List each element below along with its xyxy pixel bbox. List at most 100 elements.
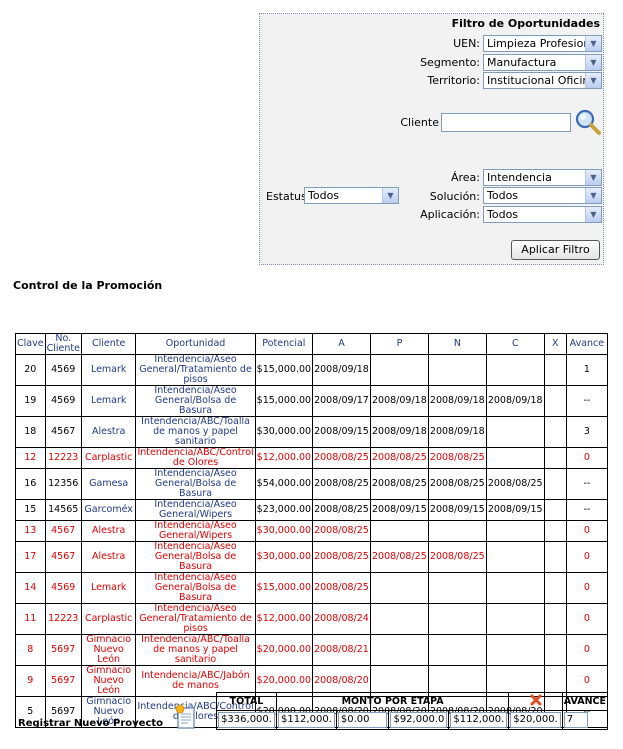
col-header-avance[interactable]: Avance [565,333,609,355]
p-date-cell [369,520,429,542]
solucion-select[interactable]: Todos ▼ [483,187,602,204]
oportunidad-cell[interactable]: Intendencia/ABC/Toalla de manos y papel … [135,416,256,448]
aplicacion-select[interactable]: Todos ▼ [483,206,602,223]
table-row[interactable]: 12 12223 Carplastic Intendencia/ABC/Control… [15,447,609,469]
cliente-cell[interactable]: Lemark [80,385,137,417]
table-row[interactable]: 13 4567 Alestra Intendencia/Aseo General/Wi… [15,520,609,542]
col-header-n[interactable]: N [427,333,487,355]
no-cliente-cell: 4569 [44,572,82,604]
register-project-label[interactable]: Registrar Nuevo Proyecto [18,718,163,729]
c-date-cell: 2008/09/18 [485,385,545,417]
oportunidad-cell[interactable]: Intendencia/Aseo General/Bolsa de Basura [135,385,256,417]
cliente-cell[interactable]: Carplastic [80,603,137,635]
no-cliente-cell: 12223 [44,447,82,469]
col-header-oportunidad[interactable]: Oportunidad [135,333,256,355]
clave-cell: 16 [15,468,46,500]
oportunidad-cell[interactable]: Intendencia/Aseo General/Bolsa de Basura [135,572,256,604]
cliente-cell[interactable]: Alestra [80,416,137,448]
oportunidad-cell[interactable]: Intendencia/Aseo General/Tratamiento de … [135,603,256,635]
table-row[interactable]: 18 4567 Alestra Intendencia/ABC/Toalla de m… [15,416,609,448]
col-header-no-cliente[interactable]: No. Cliente [44,333,82,355]
segmento-select[interactable]: Manufactura ▼ [483,54,602,71]
chevron-down-icon: ▼ [382,188,398,203]
n-date-cell: 2008/09/18 [427,416,487,448]
oportunidad-cell[interactable]: Intendencia/Aseo General/Wipers [135,499,256,521]
n-date-cell: 2008/08/25 [427,447,487,469]
cliente-cell[interactable]: Gamesa [80,468,137,500]
avance-cell: 0 [565,603,609,635]
cliente-cell[interactable]: Garcoméx [80,499,137,521]
table-row[interactable]: 14 4569 Lemark Intendencia/Aseo General/Bol… [15,572,609,604]
chevron-down-icon: ▼ [585,73,601,88]
area-select[interactable]: Intendencia ▼ [483,169,602,186]
monto-a-value: $112,000. [277,712,335,728]
area-value: Intendencia [487,171,552,184]
cliente-cell[interactable]: Gimnacio Nuevo León [80,634,137,666]
table-row[interactable]: 17 4567 Alestra Intendencia/Aseo General/Bo… [15,541,609,573]
estatus-value: Todos [308,189,340,202]
uen-select[interactable]: Limpieza Profesiona ▼ [483,35,602,52]
apply-filter-button[interactable]: Aplicar Filtro [511,240,600,260]
p-date-cell: 2008/09/18 [369,416,429,448]
p-date-cell: 2008/08/25 [369,541,429,573]
x-cell: $20,000. [508,710,563,730]
estatus-label: Estatus [266,190,307,203]
table-row[interactable]: 8 5697 Gimnacio Nuevo León Intendencia/ABC/… [15,634,609,666]
table-row[interactable]: 19 4569 Lemark Intendencia/Aseo General/Bol… [15,385,609,417]
c-date-cell [485,634,545,666]
col-header-p[interactable]: P [369,333,429,355]
oportunidad-cell[interactable]: Intendencia/Aseo General/Wipers [135,520,256,542]
oportunidad-cell[interactable]: Intendencia/Aseo General/Tratamiento de … [135,354,256,386]
table-row[interactable]: 11 12223 Carplastic Intendencia/Aseo Genera… [15,603,609,635]
c-date-cell [485,416,545,448]
avance-cell: 0 [565,541,609,573]
a-date-cell: 2008/08/25 [312,572,371,604]
potencial-cell: $30,000.00 [254,541,314,573]
col-header-clave[interactable]: Clave [15,333,46,355]
col-header-x[interactable]: X [543,333,567,355]
col-header-cliente[interactable]: Cliente [80,333,137,355]
potencial-cell: $54,000.00 [254,468,314,500]
table-row[interactable]: 20 4569 Lemark Intendencia/Aseo General/Tra… [15,354,609,386]
territorio-select[interactable]: Institucional Oficina ▼ [483,72,602,89]
estatus-select[interactable]: Todos ▼ [304,187,399,204]
cliente-cell[interactable]: Carplastic [80,447,137,469]
a-date-cell: 2008/08/25 [312,468,371,500]
segmento-value: Manufactura [487,56,557,69]
total-header: TOTAL [216,692,277,711]
c-date-cell [485,354,545,386]
cliente-input[interactable] [441,113,571,132]
col-header-potencial[interactable]: Potencial [254,333,314,355]
clave-cell: 15 [15,499,46,521]
monto-a-cell: $112,000. [275,710,337,730]
avance-cell: 0 [565,634,609,666]
n-date-cell: 2008/09/15 [427,499,487,521]
n-date-cell [427,520,487,542]
col-header-a[interactable]: A [312,333,371,355]
cliente-cell[interactable]: Alestra [80,541,137,573]
cliente-cell[interactable]: Lemark [80,572,137,604]
table-row[interactable]: 16 12356 Gamesa Intendencia/Aseo General/Bo… [15,468,609,500]
c-date-cell [485,572,545,604]
new-document-icon[interactable] [174,703,198,729]
no-cliente-cell: 12223 [44,603,82,635]
a-date-cell: 2008/08/25 [312,541,371,573]
col-header-c[interactable]: C [485,333,545,355]
no-cliente-cell: 12356 [44,468,82,500]
potencial-cell: $30,000.00 [254,416,314,448]
solucion-value: Todos [487,189,519,202]
avance-cell: -- [565,499,609,521]
table-row[interactable]: 15 14565 Garcoméx Intendencia/Aseo General/… [15,499,609,521]
oportunidad-cell[interactable]: Intendencia/Aseo General/Bolsa de Basura [135,541,256,573]
search-icon[interactable] [574,109,602,135]
oportunidad-cell[interactable]: Intendencia/Aseo General/Bolsa de Basura [135,468,256,500]
cliente-cell[interactable]: Alestra [80,520,137,542]
clave-cell: 17 [15,541,46,573]
oportunidad-cell[interactable]: Intendencia/ABC/Toalla de manos y papel … [135,634,256,666]
no-cliente-cell: 5697 [44,634,82,666]
cliente-cell[interactable]: Lemark [80,354,137,386]
p-date-cell: 2008/09/15 [369,499,429,521]
oportunidad-cell[interactable]: Intendencia/ABC/Control de Olores [135,447,256,469]
a-date-cell: 2008/08/25 [312,447,371,469]
c-date-cell [485,520,545,542]
